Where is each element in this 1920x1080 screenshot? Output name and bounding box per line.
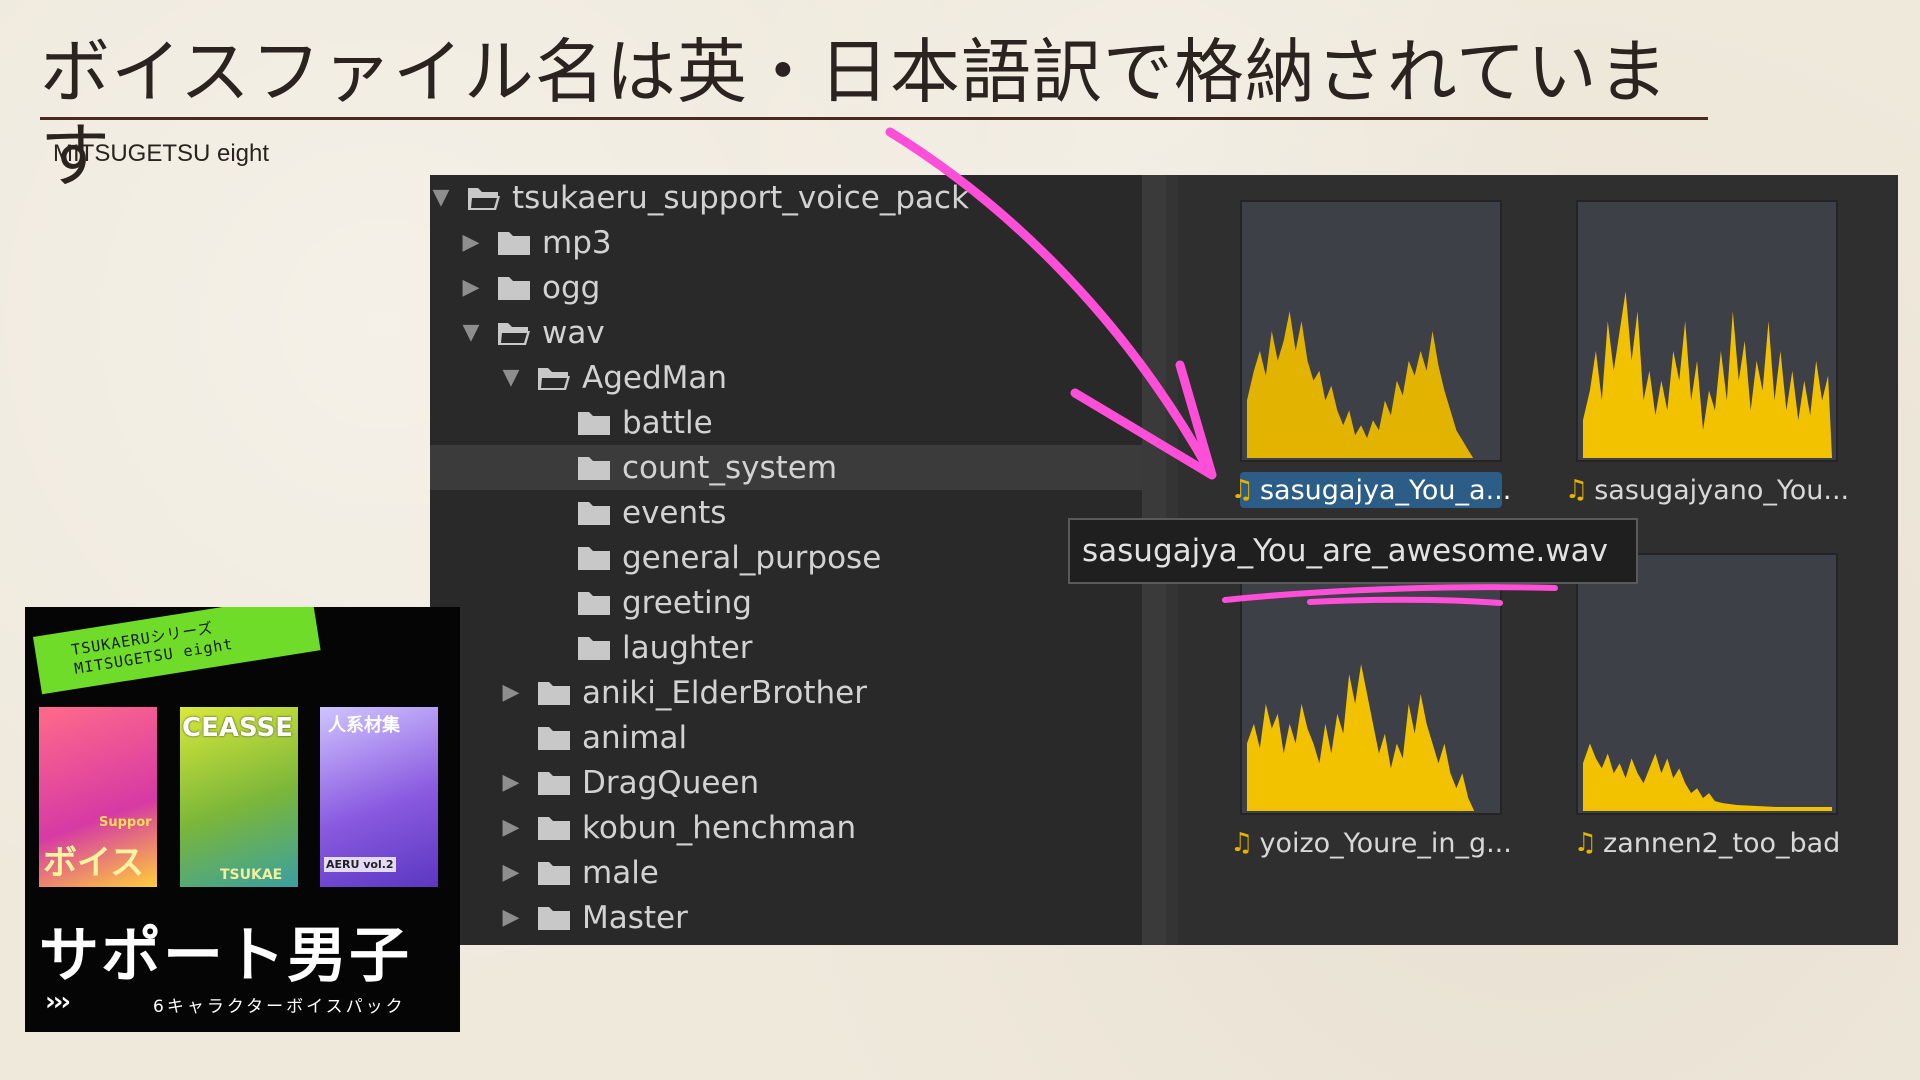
folder-icon — [536, 859, 572, 887]
folder-icon — [536, 904, 572, 932]
tree-label: kobun_henchman — [582, 809, 857, 846]
music-note-icon: ♫ — [1230, 828, 1254, 858]
tree-row-wav[interactable]: ▼ wav — [430, 310, 1172, 355]
music-note-icon: ♫ — [1564, 475, 1589, 505]
title-underline — [40, 117, 1708, 120]
tree-label: animal — [582, 719, 688, 756]
tree-row-tsukaeru-support-voice-pack[interactable]: ▼ tsukaeru_support_voice_pack — [430, 175, 1142, 220]
filename-tooltip: sasugajya_You_are_awesome.wav — [1068, 518, 1638, 584]
folder-open-icon — [536, 364, 572, 392]
tree-label: greeting — [622, 584, 752, 621]
folder-icon — [576, 589, 612, 617]
folder-tree-panel: ▼ tsukaeru_support_voice_pack ▶ mp3 ▶ og… — [430, 175, 1288, 945]
tree-row-animal[interactable]: animal — [430, 715, 1248, 760]
tree-row-agedman[interactable]: ▼ AgedMan — [430, 355, 1212, 400]
tree-label: tsukaeru_support_voice_pack — [512, 179, 970, 216]
expanded-arrow-icon[interactable]: ▼ — [500, 366, 522, 389]
asset-label[interactable]: ♫ sasugajyano_You... — [1565, 472, 1849, 508]
product-cover-image: TSUKAERUシリーズ MITSUGETSU eight ボイス Suppor… — [25, 607, 460, 1032]
asset-tile[interactable]: ♫ zannen2_too_bad — [1573, 553, 1841, 861]
folder-open-icon — [496, 319, 532, 347]
collapsed-arrow-icon[interactable]: ▶ — [460, 231, 482, 254]
tree-row-aniki-elderbrother[interactable]: ▶ aniki_ElderBrother — [430, 670, 1212, 715]
tree-label: male — [582, 854, 659, 891]
music-note-icon: ♫ — [1230, 475, 1254, 505]
tree-label: DragQueen — [582, 764, 760, 801]
tree-row-master[interactable]: ▶ Master — [430, 895, 1212, 940]
tree-row-ogg[interactable]: ▶ ogg — [430, 265, 1172, 310]
waveform-thumbnail[interactable] — [1576, 200, 1838, 462]
collapsed-arrow-icon[interactable]: ▶ — [500, 861, 522, 884]
collapsed-arrow-icon[interactable]: ▶ — [500, 681, 522, 704]
folder-icon — [536, 814, 572, 842]
folder-icon — [576, 544, 612, 572]
waveform-thumbnail[interactable] — [1240, 553, 1502, 815]
tree-label: ogg — [542, 269, 601, 306]
asset-tile[interactable]: ♫ yoizo_Youre_in_g... — [1230, 553, 1512, 861]
tree-label: mp3 — [542, 224, 612, 261]
music-note-icon: ♫ — [1573, 828, 1598, 858]
green-tape-label: TSUKAERUシリーズ MITSUGETSU eight — [33, 607, 321, 695]
folder-icon — [576, 634, 612, 662]
waveform-thumbnail[interactable] — [1576, 553, 1838, 815]
asset-label[interactable]: ♫ zannen2_too_bad — [1573, 825, 1841, 861]
folder-icon — [576, 454, 612, 482]
tree-label: battle — [622, 404, 713, 441]
cover-book-1: ボイス Suppor — [39, 707, 157, 887]
waveform-thumbnail[interactable] — [1240, 200, 1502, 462]
asset-tile[interactable]: ♫ sasugajya_You_a... — [1231, 200, 1511, 508]
asset-label[interactable]: ♫ sasugajya_You_a... — [1231, 472, 1511, 508]
tree-row-mp3[interactable]: ▶ mp3 — [430, 220, 1172, 265]
tree-label: wav — [542, 314, 605, 351]
folder-icon — [536, 769, 572, 797]
collapsed-arrow-icon[interactable]: ▶ — [500, 771, 522, 794]
cover-book-3: 人系材集 AERU vol.2 — [320, 707, 438, 887]
slide-title: ボイスファイル名は英・日本語訳で格納されています — [40, 31, 1669, 197]
folder-icon — [496, 229, 532, 257]
folder-icon — [536, 724, 572, 752]
tree-label: general_purpose — [622, 539, 882, 576]
folder-icon — [536, 679, 572, 707]
tree-label: laughter — [622, 629, 753, 666]
asset-tile[interactable]: ♫ sasugajyano_You... — [1565, 200, 1849, 508]
folder-icon — [576, 499, 612, 527]
expanded-arrow-icon[interactable]: ▼ — [430, 186, 452, 209]
tree-label: aniki_ElderBrother — [582, 674, 867, 711]
collapsed-arrow-icon[interactable]: ▶ — [460, 276, 482, 299]
asset-label[interactable]: ♫ yoizo_Youre_in_g... — [1230, 825, 1512, 861]
cover-book-2: CEASSE TSUKAE — [180, 707, 298, 887]
folder-icon — [576, 409, 612, 437]
collapsed-arrow-icon[interactable]: ▶ — [500, 906, 522, 929]
tree-label: count_system — [622, 449, 838, 486]
tree-label: AgedMan — [582, 359, 728, 396]
folder-open-icon — [466, 184, 502, 212]
slide-subtitle: MITSUGETSU eight — [53, 140, 270, 167]
expanded-arrow-icon[interactable]: ▼ — [460, 321, 482, 344]
cover-title: サポート男子 — [39, 921, 411, 991]
tree-row-dragqueen[interactable]: ▶ DragQueen — [430, 760, 1212, 805]
tree-label: events — [622, 494, 727, 531]
tree-row-male[interactable]: ▶ male — [430, 850, 1212, 895]
folder-icon — [496, 274, 532, 302]
tree-label: Master — [582, 899, 688, 936]
collapsed-arrow-icon[interactable]: ▶ — [500, 816, 522, 839]
tree-row-kobun-henchman[interactable]: ▶ kobun_henchman — [430, 805, 1212, 850]
cover-subtitle: 6キャラクターボイスパック — [153, 997, 406, 1017]
chevrons-icon: ››› — [45, 987, 71, 1017]
